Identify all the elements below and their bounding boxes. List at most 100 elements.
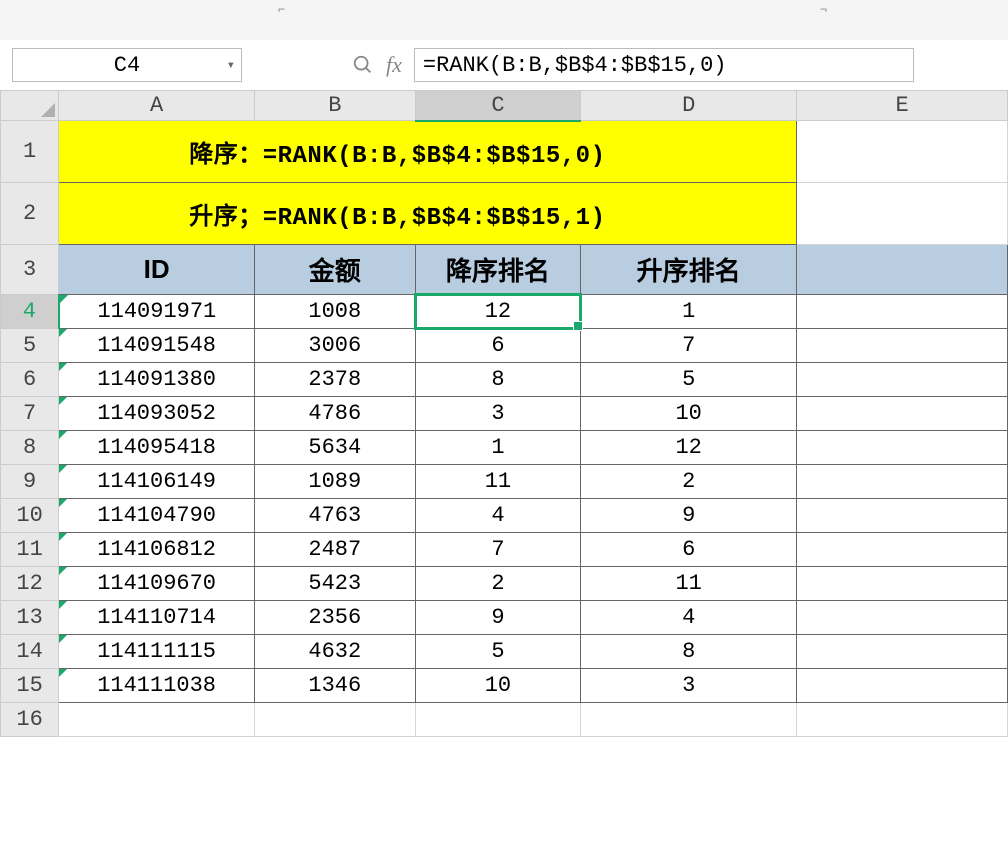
cell-A9[interactable]: 114106149 [59,465,255,499]
cell-C16[interactable] [415,703,581,737]
formula-note-desc[interactable]: 降序：=RANK(B:B,$B$4:$B$15,0) [59,121,797,183]
cell-D12[interactable]: 11 [581,567,797,601]
cell-B13[interactable]: 2356 [254,601,415,635]
cell-A7[interactable]: 114093052 [59,397,255,431]
row-header-4[interactable]: 4 [1,295,59,329]
search-icon[interactable] [352,54,374,76]
cell-B11[interactable]: 2487 [254,533,415,567]
cell-D13[interactable]: 4 [581,601,797,635]
cell-C14[interactable]: 5 [415,635,581,669]
select-all-corner[interactable] [1,91,59,121]
cell-C8[interactable]: 1 [415,431,581,465]
cell-A16[interactable] [59,703,255,737]
cell-C15[interactable]: 10 [415,669,581,703]
formula-input[interactable]: =RANK(B:B,$B$4:$B$15,0) [414,48,914,82]
cell-E11[interactable] [797,533,1008,567]
cell-D9[interactable]: 2 [581,465,797,499]
cell-D15[interactable]: 3 [581,669,797,703]
cell-A5[interactable]: 114091548 [59,329,255,363]
name-box[interactable]: C4 ▾ [12,48,242,82]
cell-C9[interactable]: 11 [415,465,581,499]
cell-D6[interactable]: 5 [581,363,797,397]
active-cell[interactable]: 12 [414,293,583,330]
cell-B5[interactable]: 3006 [254,329,415,363]
row-header-15[interactable]: 15 [1,669,59,703]
cell-D10[interactable]: 9 [581,499,797,533]
cell-D8[interactable]: 12 [581,431,797,465]
cell-C10[interactable]: 4 [415,499,581,533]
row-header-10[interactable]: 10 [1,499,59,533]
cell-E13[interactable] [797,601,1008,635]
header-desc-rank[interactable]: 降序排名 [415,245,581,295]
cell-B9[interactable]: 1089 [254,465,415,499]
cell-C12[interactable]: 2 [415,567,581,601]
cell-C7[interactable]: 3 [415,397,581,431]
cell-E3[interactable] [797,245,1008,295]
header-asc-rank[interactable]: 升序排名 [581,245,797,295]
cell-B10[interactable]: 4763 [254,499,415,533]
cell-A6[interactable]: 114091380 [59,363,255,397]
row-header-7[interactable]: 7 [1,397,59,431]
cell-B14[interactable]: 4632 [254,635,415,669]
row-header-12[interactable]: 12 [1,567,59,601]
cell-E12[interactable] [797,567,1008,601]
col-header-A[interactable]: A [59,91,255,121]
row-header-3[interactable]: 3 [1,245,59,295]
cell-C6[interactable]: 8 [415,363,581,397]
cell-E10[interactable] [797,499,1008,533]
cell-C13[interactable]: 9 [415,601,581,635]
col-header-E[interactable]: E [797,91,1008,121]
cell-E15[interactable] [797,669,1008,703]
cell-E16[interactable] [797,703,1008,737]
cell-D4[interactable]: 1 [581,295,797,329]
cell-A11[interactable]: 114106812 [59,533,255,567]
cell-E5[interactable] [797,329,1008,363]
cell-E1[interactable] [797,121,1008,183]
row-header-14[interactable]: 14 [1,635,59,669]
cell-C4[interactable]: 12 [415,295,581,329]
cell-E8[interactable] [797,431,1008,465]
chevron-down-icon[interactable]: ▾ [227,57,235,74]
cell-E7[interactable] [797,397,1008,431]
cell-D11[interactable]: 6 [581,533,797,567]
row-header-6[interactable]: 6 [1,363,59,397]
row-header-2[interactable]: 2 [1,183,59,245]
row-header-13[interactable]: 13 [1,601,59,635]
cell-D7[interactable]: 10 [581,397,797,431]
cell-B6[interactable]: 2378 [254,363,415,397]
cell-A8[interactable]: 114095418 [59,431,255,465]
row-header-5[interactable]: 5 [1,329,59,363]
cell-B12[interactable]: 5423 [254,567,415,601]
formula-note-asc[interactable]: 升序；=RANK(B:B,$B$4:$B$15,1) [59,183,797,245]
spreadsheet-grid[interactable]: A B C D E 1 降序：=RANK(B:B,$B$4:$B$15,0) 2… [0,90,1008,737]
header-id[interactable]: ID [59,245,255,295]
cell-E9[interactable] [797,465,1008,499]
row-header-16[interactable]: 16 [1,703,59,737]
cell-A12[interactable]: 114109670 [59,567,255,601]
cell-B4[interactable]: 1008 [254,295,415,329]
cell-D5[interactable]: 7 [581,329,797,363]
cell-B8[interactable]: 5634 [254,431,415,465]
cell-E6[interactable] [797,363,1008,397]
header-amount[interactable]: 金额 [254,245,415,295]
col-header-B[interactable]: B [254,91,415,121]
cell-B15[interactable]: 1346 [254,669,415,703]
cell-D16[interactable] [581,703,797,737]
cell-C11[interactable]: 7 [415,533,581,567]
cell-A13[interactable]: 114110714 [59,601,255,635]
row-header-1[interactable]: 1 [1,121,59,183]
cell-A15[interactable]: 114111038 [59,669,255,703]
row-header-11[interactable]: 11 [1,533,59,567]
row-header-8[interactable]: 8 [1,431,59,465]
cell-E2[interactable] [797,183,1008,245]
cell-E14[interactable] [797,635,1008,669]
cell-B7[interactable]: 4786 [254,397,415,431]
cell-A4[interactable]: 114091971 [59,295,255,329]
cell-D14[interactable]: 8 [581,635,797,669]
col-header-C[interactable]: C [415,91,581,121]
cell-B16[interactable] [254,703,415,737]
fx-label[interactable]: fx [386,52,402,78]
cell-E4[interactable] [797,295,1008,329]
cell-C5[interactable]: 6 [415,329,581,363]
row-header-9[interactable]: 9 [1,465,59,499]
